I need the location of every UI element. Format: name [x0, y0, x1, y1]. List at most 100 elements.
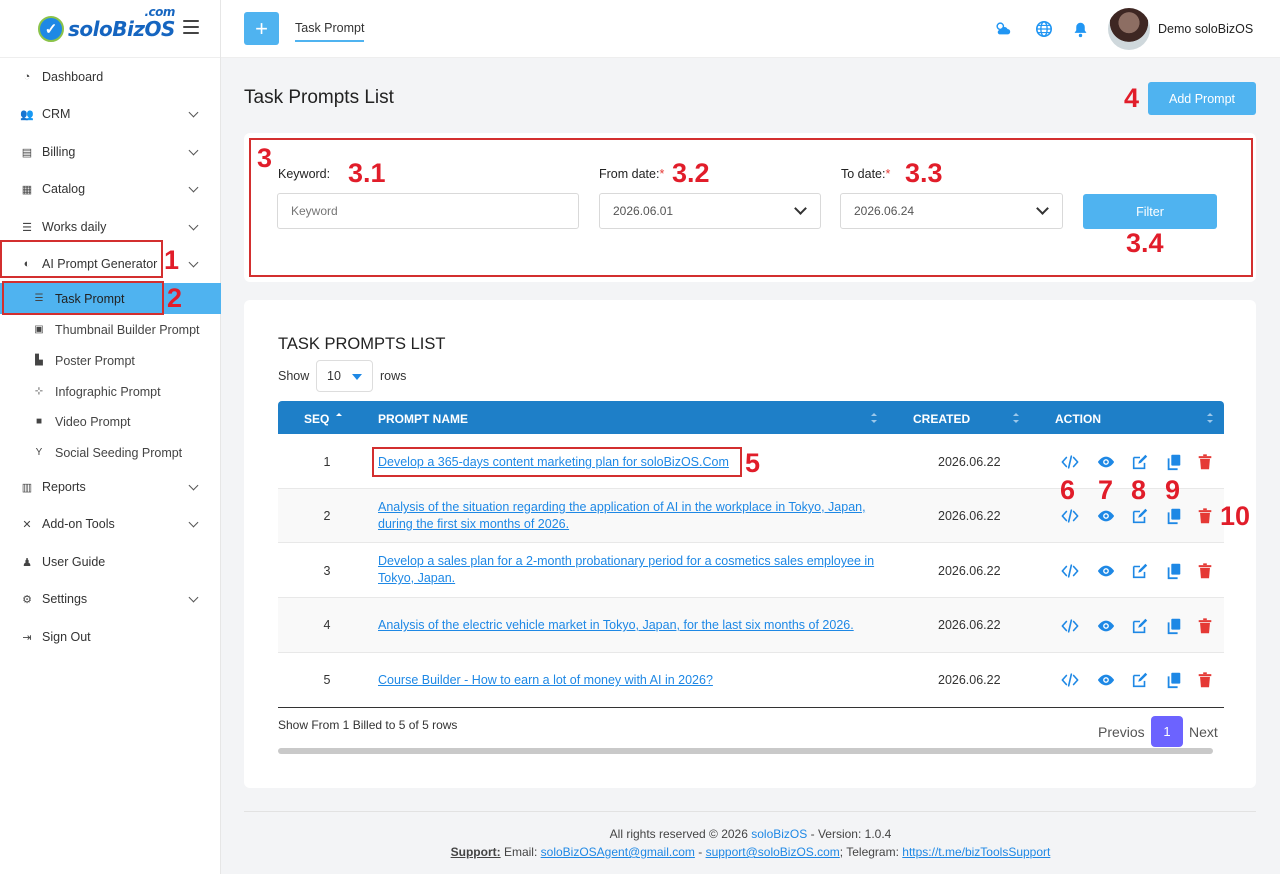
row-seq: 1 [323, 455, 331, 469]
add-new-button[interactable]: + [244, 12, 279, 45]
duplicate-button[interactable] [1164, 561, 1184, 581]
avatar[interactable] [1108, 8, 1150, 50]
task-prompts-list-card: TASK PROMPTS LIST Show 10 rows SEQ PROMP… [244, 300, 1256, 788]
row-created: 2026.06.22 [938, 673, 1001, 687]
sidebar-item-sign-out[interactable]: ⇥ Sign Out [0, 620, 221, 654]
previous-page-link[interactable]: Previos [1098, 724, 1145, 740]
view-code-button[interactable] [1060, 616, 1080, 636]
view-code-button[interactable] [1060, 452, 1080, 472]
edit-button[interactable] [1130, 452, 1150, 472]
sidebar-item-add-on-tools[interactable]: ✕ Add-on Tools [0, 507, 221, 541]
view-code-button[interactable] [1060, 561, 1080, 581]
edit-button[interactable] [1130, 561, 1150, 581]
sidebar-item-user-guide[interactable]: ♟ User Guide [0, 545, 221, 579]
page-number-button[interactable]: 1 [1151, 716, 1183, 747]
view-button[interactable] [1096, 561, 1116, 581]
delete-button[interactable] [1195, 452, 1215, 472]
delete-button[interactable] [1195, 561, 1215, 581]
sidebar-item-billing[interactable]: ▤ Billing [0, 135, 221, 169]
view-button[interactable] [1096, 670, 1116, 690]
footer-separator: - [694, 845, 706, 859]
rows-label: rows [380, 369, 407, 383]
eye-icon [1097, 671, 1115, 689]
sort-asc-icon[interactable] [336, 413, 342, 423]
page-size-select[interactable]: 10 [316, 360, 373, 392]
view-code-button[interactable] [1060, 506, 1080, 526]
prompt-name-link[interactable]: Analysis of the situation regarding the … [378, 499, 878, 533]
sidebar-subitem-video-prompt[interactable]: ■ Video Prompt [0, 406, 221, 437]
sidebar-subitem-social-seeding-prompt[interactable]: Y Social Seeding Prompt [0, 437, 221, 468]
edit-button[interactable] [1130, 670, 1150, 690]
footer-telegram-link[interactable]: https://t.me/bizToolsSupport [902, 845, 1050, 859]
sidebar: ✓ soloBizOS .com ◔ Dashboard 👥 CRM ▤ Bil… [0, 0, 221, 874]
duplicate-button[interactable] [1164, 616, 1184, 636]
sign-out-icon: ⇥ [22, 631, 32, 644]
delete-button[interactable] [1195, 506, 1215, 526]
next-page-link[interactable]: Next [1189, 724, 1218, 740]
edit-button[interactable] [1130, 506, 1150, 526]
footer-email-link[interactable]: soloBizOSAgent@gmail.com [541, 845, 695, 859]
code-icon [1061, 562, 1079, 580]
edit-button[interactable] [1130, 616, 1150, 636]
sidebar-item-crm[interactable]: 👥 CRM [0, 97, 221, 131]
weather-icon[interactable] [994, 20, 1012, 38]
code-icon [1061, 507, 1079, 525]
globe-icon[interactable] [1035, 20, 1053, 38]
chevron-down-icon [188, 107, 199, 118]
prompt-name-link[interactable]: Course Builder - How to earn a lot of mo… [378, 672, 878, 689]
prompt-name-link[interactable]: Develop a sales plan for a 2-month proba… [378, 553, 878, 587]
sidebar-item-label: Works daily [42, 220, 107, 234]
sort-icon[interactable] [871, 413, 877, 423]
sidebar-item-label: Reports [42, 480, 86, 494]
pie-chart-icon: ◔ [23, 71, 31, 83]
user-name[interactable]: Demo soloBizOS [1158, 22, 1253, 36]
sidebar-item-settings[interactable]: ⚙ Settings [0, 582, 221, 616]
bell-icon[interactable] [1071, 20, 1089, 38]
edit-icon [1131, 671, 1149, 689]
row-seq: 5 [323, 673, 331, 687]
sidebar-item-label: Poster Prompt [55, 353, 135, 368]
table-header: SEQ PROMPT NAME CREATED ACTION [278, 401, 1224, 434]
sidebar-subitem-poster-prompt[interactable]: ▙ Poster Prompt [0, 345, 221, 376]
delete-button[interactable] [1195, 670, 1215, 690]
list-title: TASK PROMPTS LIST [278, 335, 446, 353]
view-button[interactable] [1096, 506, 1116, 526]
footer-brand-link[interactable]: soloBizOS [751, 827, 807, 841]
duplicate-button[interactable] [1164, 670, 1184, 690]
add-prompt-button[interactable]: Add Prompt [1148, 82, 1256, 115]
sidebar-subitem-infographic-prompt[interactable]: ⊹ Infographic Prompt [0, 376, 221, 407]
report-icon: ▥ [21, 481, 33, 494]
column-created[interactable]: CREATED [913, 412, 970, 426]
sort-icon[interactable] [1207, 413, 1213, 423]
column-prompt-name[interactable]: PROMPT NAME [378, 412, 468, 426]
annotation-box-2 [2, 281, 164, 315]
view-code-button[interactable] [1060, 670, 1080, 690]
view-button[interactable] [1096, 616, 1116, 636]
hamburger-menu-icon[interactable] [183, 20, 199, 34]
sidebar-item-reports[interactable]: ▥ Reports [0, 470, 221, 504]
sort-icon[interactable] [1013, 413, 1019, 423]
code-icon [1061, 671, 1079, 689]
prompt-name-link[interactable]: Analysis of the electric vehicle market … [378, 617, 878, 634]
horizontal-scrollbar[interactable] [278, 748, 1213, 754]
tab-task-prompt[interactable]: Task Prompt [295, 21, 365, 42]
column-seq[interactable]: SEQ [304, 412, 329, 426]
view-button[interactable] [1096, 452, 1116, 472]
duplicate-button[interactable] [1164, 452, 1184, 472]
calendar-icon: ▦ [21, 183, 33, 196]
delete-button[interactable] [1195, 616, 1215, 636]
sidebar-item-label: Add-on Tools [42, 517, 115, 531]
footer-support-email-link[interactable]: support@soloBizOS.com [706, 845, 840, 859]
duplicate-button[interactable] [1164, 506, 1184, 526]
sidebar-subitem-thumbnail-builder-prompt[interactable]: ▣ Thumbnail Builder Prompt [0, 314, 221, 345]
annotation-7: 7 [1098, 475, 1114, 505]
row-seq: 2 [323, 509, 331, 523]
sidebar-item-label: Social Seeding Prompt [55, 445, 183, 460]
logo[interactable]: ✓ soloBizOS .com [38, 5, 175, 42]
annotation-3-4: 3.4 [1126, 228, 1164, 258]
row-created: 2026.06.22 [938, 564, 1001, 578]
annotation-box-5 [372, 447, 742, 477]
sidebar-item-works-daily[interactable]: ☰ Works daily [0, 210, 221, 244]
sidebar-item-catalog[interactable]: ▦ Catalog [0, 172, 221, 206]
sidebar-item-dashboard[interactable]: ◔ Dashboard [0, 60, 221, 94]
